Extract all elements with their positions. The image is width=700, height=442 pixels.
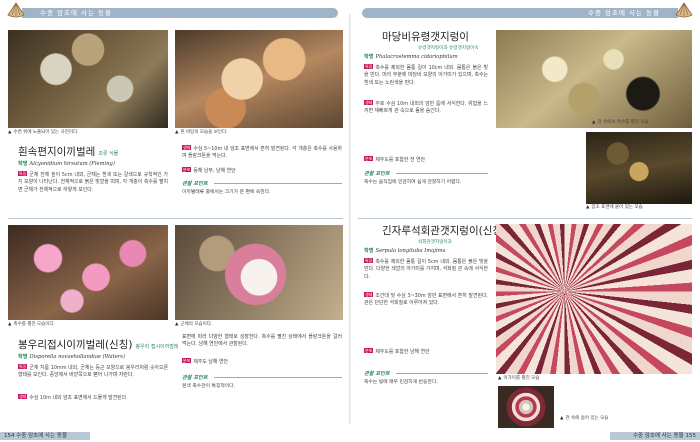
footer-left: 154 수중 암초에 사는 동물 [4,433,68,439]
tip-divider [396,373,488,374]
ecology-text: 생태 주로 수심 10m 내외의 암반 틈에 서식한다. 위험을 느끼면 재빠르게… [364,100,488,115]
photo-caption: ▲ 군체의 모습이다. [175,322,213,327]
photo-bryozoan-4 [175,225,343,320]
photo-caption: ▲ 암초 표면에 붙어 있는 모습 [586,205,643,210]
photo-caption: ▲ 흰 바탕의 모습을 보인다. [175,130,228,135]
ecology-text: 생태 수심 10m 내외 암초 표면에서 드물게 발견된다. [18,394,128,401]
page-gutter [349,14,351,424]
species-family: 유령갯지렁이과 유령갯지렁이속 [418,46,479,51]
distribution-text: 분포 제주도를 포함한 남해 연안 [364,348,430,355]
species-title: 긴자루석회관갯지렁이(신칭) [382,225,507,237]
section-divider [358,218,692,219]
tip-divider [214,377,342,378]
tip-divider [396,173,488,174]
scientific-name: 학명 Serpula longituba Imajima [364,248,446,254]
shell-icon [7,2,25,18]
feature-text: 특징 촉수를 제외한 몸통 길이 10cm 내외. 몸통은 붉은 빛을 띤다. 머… [364,64,488,86]
photo-caption: ▲ 수면 위에 노출되어 있는 사진이다. [8,130,79,135]
tip-text: 이끼벌레류 중에서는 크기가 큰 편에 속한다. [182,190,271,195]
photo-bryozoan-2 [175,30,343,128]
continued-text: 표면에 따라 다양한 형태로 성장한다. 촉수를 펼친 상태에서 플랑크톤을 걸… [182,334,342,348]
ecology-text: 생태 조간대 및 수심 3~30m 암반 표면에서 흔히 발견된다. 관은 단단한… [364,292,488,307]
feature-text: 특징 군체 지름 10mm 내외, 군체는 둥근 모양으로 봉우리처럼 솟아오른 … [18,364,168,379]
feature-text: 특징 촉수를 제외한 몸통 길이 5cm 내외. 몸통은 붉은 빛을 띤다. 다양… [364,258,488,280]
distribution-text: 분포 동해 남부, 남해 연안 [182,167,236,174]
species-family: 석회관갯지렁이과 [418,240,452,245]
photo-bryozoan-3 [8,225,168,320]
species-title: 흰속편지이끼벌레 조류 식물 [18,146,119,158]
photo-caption: ▲ 관 속에 숨어 있는 모습 [560,416,609,421]
footer-right: 수중 암초에 사는 동물 155 [632,433,696,439]
species-title: 마당비유령갯지렁이 [382,31,469,43]
photo-fanworm-1 [496,224,692,374]
photo-worm-2 [586,132,692,204]
feature-text: 특징 군체 전체 높이 5cm 내외, 군체는 흰색 또는 갈색으로 규칙적인 가… [18,171,168,193]
ecology-text: 생태 수심 5~10m 내 암초 표면에서 흔히 발견된다. 각 개충은 촉수를 … [182,145,342,160]
shell-icon [675,2,693,18]
tip-heading: 관찰 포인트 [182,181,208,187]
tip-divider [214,183,342,184]
tip-heading: 관찰 포인트 [182,375,208,381]
tip-text: 촉수는 빛에 매우 민감하게 반응한다. [364,380,438,385]
photo-fanworm-2 [498,386,554,428]
photo-worm-1 [496,30,692,128]
section-divider [8,218,343,219]
photo-bryozoan-1 [8,30,168,128]
scientific-name: 학명 Alcyonidium hirsutum (Fleming) [18,161,115,167]
page-footer: 154 수중 암초에 사는 동물 수중 암초에 사는 동물 155 [0,428,700,442]
species-title: 봉우리접시이끼벌레(신칭) 봉우리 접시이끼벌레 [18,339,179,351]
tip-text: 흰색 촉수관이 특징적이다. [182,384,236,389]
scientific-name: 학명 Phalacrostemma cidariophilum [364,54,458,60]
scientific-name: 학명 Disporella novaehollandiae (Waters) [18,354,125,360]
tip-heading: 관찰 포인트 [364,371,390,377]
header-title-right: 수중 암초에 사는 동물 [587,9,660,17]
tip-heading: 관찰 포인트 [364,171,390,177]
distribution-text: 분포 제주도 남해 연안 [182,358,228,365]
photo-caption: ▲ 촉수를 펼친 모습이다. [8,322,56,327]
photo-caption: ▲ 관 속에서 촉수를 펼친 모습 [592,120,649,125]
tip-text: 촉수는 움직임에 민감하여 쉽게 관찰하기 어렵다. [364,180,462,185]
header-title-left: 수중 암초에 사는 동물 [40,9,113,17]
distribution-text: 분포 제주도를 포함한 전 연안 [364,156,426,163]
photo-caption: ▲ 아가미를 펼친 모습 [498,376,540,381]
